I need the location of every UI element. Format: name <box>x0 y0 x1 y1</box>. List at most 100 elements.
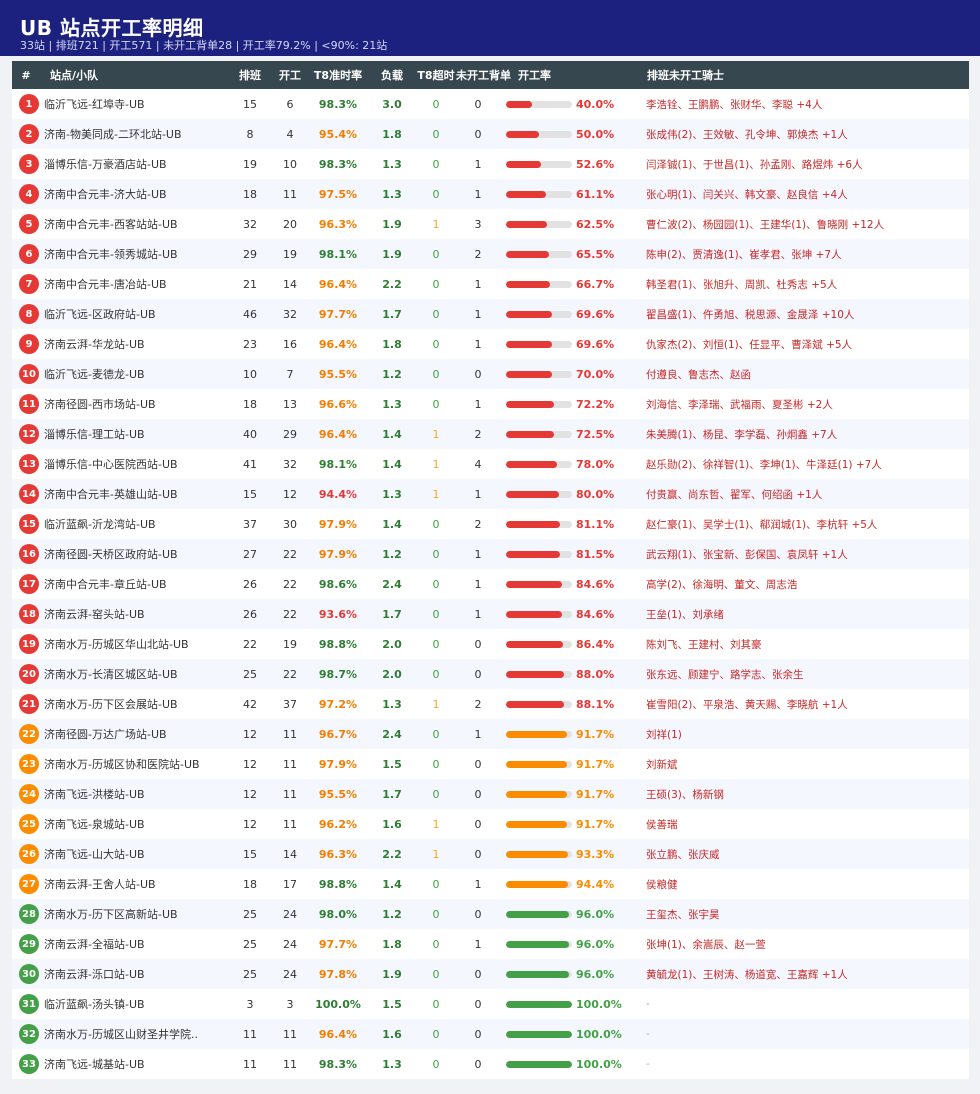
station-name[interactable]: 济南-物美同成-二环北站-UB <box>44 119 232 149</box>
start-rate-value: 94.4% <box>576 877 615 891</box>
table-row[interactable]: 3 淄博乐信-万豪酒店站-UB 19 10 98.3% 1.3 0 1 52.6% 闫泽铖(1)、… <box>12 149 969 179</box>
table-row[interactable]: 26 济南飞远-山大站-UB 15 14 96.3% 2.2 1 0 93.3% 张立鹏、张庆威 <box>12 839 969 869</box>
started-count: 11 <box>283 1027 297 1041</box>
station-name[interactable]: 济南水万-历下区高新站-UB <box>44 899 232 929</box>
started-count: 24 <box>283 937 297 951</box>
rank-cell: 3 <box>12 149 40 179</box>
start-rate-cell: 72.2% <box>506 389 642 419</box>
table-row[interactable]: 32 济南水万-历城区山财圣井学院.. 11 11 96.4% 1.6 0 0 100.0% - <box>12 1019 969 1049</box>
table-row[interactable]: 9 济南云湃-华龙站-UB 23 16 96.4% 1.8 0 1 69.6% 仇家杰(2)、刘恒… <box>12 329 969 359</box>
station-name[interactable]: 济南飞远-山大站-UB <box>44 839 232 869</box>
header-t8-ontime[interactable]: T8准时率 <box>310 61 366 89</box>
station-name[interactable]: 济南径圆-万达广场站-UB <box>44 719 232 749</box>
station-name[interactable]: 济南云湃-华龙站-UB <box>44 329 232 359</box>
start-rate-cell: 96.0% <box>506 929 642 959</box>
t8-ontime-rate: 96.3% <box>318 847 358 861</box>
header-start-rate[interactable]: 开工率 <box>518 61 562 89</box>
table-row[interactable]: 6 济南中合元丰-领秀城站-UB 29 19 98.1% 1.9 0 2 65.5% 陈申(2)、… <box>12 239 969 269</box>
station-table: # 站点/小队 排班 开工 T8准时率 负载 T8超时 未开工背单 开工率 排班… <box>12 61 969 1079</box>
table-row[interactable]: 31 临沂蓝飙-汤头镇-UB 3 3 100.0% 1.5 0 0 100.0% - <box>12 989 969 1019</box>
station-name[interactable]: 临沂飞远-麦德龙-UB <box>44 359 232 389</box>
unstarted-riders: 张立鹏、张庆威 <box>646 848 720 861</box>
t8-ontime-rate: 95.4% <box>318 127 358 141</box>
station-name[interactable]: 淄博乐信-中心医院西站-UB <box>44 449 232 479</box>
start-rate-bar <box>506 160 572 168</box>
table-row[interactable]: 20 济南水万-长清区城区站-UB 25 22 98.7% 2.0 0 0 88.0% 张东远、顾… <box>12 659 969 689</box>
start-rate-value: 96.0% <box>576 937 615 951</box>
station-name[interactable]: 济南飞远-洪楼站-UB <box>44 779 232 809</box>
t8-ontime-rate: 96.3% <box>318 217 358 231</box>
station-name[interactable]: 淄博乐信-万豪酒店站-UB <box>44 149 232 179</box>
table-row[interactable]: 14 济南中合元丰-英雄山站-UB 15 12 94.4% 1.3 1 1 80.0% 付贵赢、尚… <box>12 479 969 509</box>
station-name[interactable]: 济南水万-历城区山财圣井学院.. <box>44 1019 232 1049</box>
table-row[interactable]: 1 临沂飞远-红埠寺-UB 15 6 98.3% 3.0 0 0 40.0% 李浩铨、王鹏鹏、张财… <box>12 89 969 119</box>
rank-badge: 7 <box>19 274 39 294</box>
station-name[interactable]: 临沂蓝飙-沂龙湾站-UB <box>44 509 232 539</box>
rank-badge: 22 <box>19 724 39 744</box>
t8-overtime-count: 0 <box>432 637 440 651</box>
station-name[interactable]: 济南飞远-泉城站-UB <box>44 809 232 839</box>
table-row[interactable]: 19 济南水万-历城区华山北站-UB 22 19 98.8% 2.0 0 0 86.4% 陈刘飞、… <box>12 629 969 659</box>
station-name[interactable]: 济南水万-历城区协和医院站-UB <box>44 749 232 779</box>
start-rate-fill <box>506 760 567 768</box>
station-name[interactable]: 济南云湃-王舍人站-UB <box>44 869 232 899</box>
station-name[interactable]: 临沂飞远-红埠寺-UB <box>44 89 232 119</box>
station-name[interactable]: 济南云湃-窑头站-UB <box>44 599 232 629</box>
rank-badge: 11 <box>19 394 39 414</box>
rank-cell: 26 <box>12 839 40 869</box>
table-row[interactable]: 24 济南飞远-洪楼站-UB 12 11 95.5% 1.7 0 0 91.7% 王硕(3)、杨新… <box>12 779 969 809</box>
header-num[interactable]: # <box>12 61 40 89</box>
station-name[interactable]: 济南水万-历下区会展站-UB <box>44 689 232 719</box>
scheduled-count: 22 <box>243 637 257 651</box>
table-row[interactable]: 8 临沂飞远-区政府站-UB 46 32 97.7% 1.7 0 1 69.6% 翟昌盛(1)、仵… <box>12 299 969 329</box>
table-row[interactable]: 17 济南中合元丰-章丘站-UB 26 22 98.6% 2.4 0 1 84.6% 高学(2)、… <box>12 569 969 599</box>
table-row[interactable]: 12 淄博乐信-理工站-UB 40 29 96.4% 1.4 1 2 72.5% 朱美腾(1)、杨… <box>12 419 969 449</box>
t8-ontime-rate: 98.3% <box>318 157 358 171</box>
station-name[interactable]: 济南中合元丰-英雄山站-UB <box>44 479 232 509</box>
table-row[interactable]: 23 济南水万-历城区协和医院站-UB 12 11 97.9% 1.5 0 0 91.7% 刘新斌 <box>12 749 969 779</box>
table-row[interactable]: 15 临沂蓝飙-沂龙湾站-UB 37 30 97.9% 1.4 0 2 81.1% 赵仁豪(1)、… <box>12 509 969 539</box>
table-row[interactable]: 11 济南径圆-西市场站-UB 18 13 96.6% 1.3 0 1 72.2% 刘海信、李泽瑞… <box>12 389 969 419</box>
header-load[interactable]: 负载 <box>368 61 416 89</box>
start-rate-fill <box>506 430 554 438</box>
table-row[interactable]: 30 济南云湃-泺口站-UB 25 24 97.8% 1.9 0 0 96.0% 黄毓龙(1)、王… <box>12 959 969 989</box>
table-row[interactable]: 16 济南径圆-天桥区政府站-UB 27 22 97.9% 1.2 0 1 81.5% 武云翔(1… <box>12 539 969 569</box>
table-row[interactable]: 5 济南中合元丰-西客站站-UB 32 20 96.3% 1.9 1 3 62.5% 曹仁波(2)… <box>12 209 969 239</box>
start-rate-value: 91.7% <box>576 787 615 801</box>
station-name[interactable]: 济南水万-历城区华山北站-UB <box>44 629 232 659</box>
station-name[interactable]: 济南中合元丰-济大站-UB <box>44 179 232 209</box>
table-row[interactable]: 29 济南云湃-全福站-UB 25 24 97.7% 1.8 0 1 96.0% 张坤(1)、余嵩… <box>12 929 969 959</box>
station-name[interactable]: 济南水万-长清区城区站-UB <box>44 659 232 689</box>
station-name[interactable]: 济南径圆-天桥区政府站-UB <box>44 539 232 569</box>
header-scheduled[interactable]: 排班 <box>230 61 270 89</box>
table-row[interactable]: 21 济南水万-历下区会展站-UB 42 37 97.2% 1.3 1 2 88.1% 崔雪阳(2… <box>12 689 969 719</box>
table-row[interactable]: 7 济南中合元丰-唐冶站-UB 21 14 96.4% 2.2 0 1 66.7% 韩圣君(1)、… <box>12 269 969 299</box>
table-row[interactable]: 4 济南中合元丰-济大站-UB 18 11 97.5% 1.3 0 1 61.1% 张心明(1)、… <box>12 179 969 209</box>
table-row[interactable]: 13 淄博乐信-中心医院西站-UB 41 32 98.1% 1.4 1 4 78.0% 赵乐勋(2… <box>12 449 969 479</box>
table-row[interactable]: 33 济南飞远-城基站-UB 11 11 98.3% 1.3 0 0 100.0% - <box>12 1049 969 1079</box>
station-name[interactable]: 济南径圆-西市场站-UB <box>44 389 232 419</box>
rank-cell: 21 <box>12 689 40 719</box>
station-name[interactable]: 济南中合元丰-唐冶站-UB <box>44 269 232 299</box>
header-riders[interactable]: 排班未开工骑士 <box>647 61 967 89</box>
header-station[interactable]: 站点/小队 <box>50 61 238 89</box>
station-name[interactable]: 临沂飞远-区政府站-UB <box>44 299 232 329</box>
table-row[interactable]: 27 济南云湃-王舍人站-UB 18 17 98.8% 1.4 0 1 94.4% 侯粮健 <box>12 869 969 899</box>
station-name[interactable]: 济南中合元丰-领秀城站-UB <box>44 239 232 269</box>
table-row[interactable]: 25 济南飞远-泉城站-UB 12 11 96.2% 1.6 1 0 91.7% 侯善瑞 <box>12 809 969 839</box>
header-started[interactable]: 开工 <box>270 61 310 89</box>
station-name[interactable]: 临沂蓝飙-汤头镇-UB <box>44 989 232 1019</box>
header-t8-overtime[interactable]: T8超时 <box>416 61 456 89</box>
table-row[interactable]: 22 济南径圆-万达广场站-UB 12 11 96.7% 2.4 0 1 91.7% 刘祥(1) <box>12 719 969 749</box>
table-row[interactable]: 10 临沂飞远-麦德龙-UB 10 7 95.5% 1.2 0 0 70.0% 付遵良、鲁志杰、赵… <box>12 359 969 389</box>
t8-ontime-rate: 96.4% <box>318 427 358 441</box>
station-name[interactable]: 济南飞远-城基站-UB <box>44 1049 232 1079</box>
station-name[interactable]: 淄博乐信-理工站-UB <box>44 419 232 449</box>
station-name[interactable]: 济南云湃-全福站-UB <box>44 929 232 959</box>
table-row[interactable]: 28 济南水万-历下区高新站-UB 25 24 98.0% 1.2 0 0 96.0% 王玺杰、张… <box>12 899 969 929</box>
station-name[interactable]: 济南中合元丰-章丘站-UB <box>44 569 232 599</box>
station-name[interactable]: 济南中合元丰-西客站站-UB <box>44 209 232 239</box>
station-name[interactable]: 济南云湃-泺口站-UB <box>44 959 232 989</box>
table-row[interactable]: 2 济南-物美同成-二环北站-UB 8 4 95.4% 1.8 0 0 50.0% 张成伟(2)、… <box>12 119 969 149</box>
table-row[interactable]: 18 济南云湃-窑头站-UB 26 22 93.6% 1.7 0 1 84.6% 王垒(1)、刘承… <box>12 599 969 629</box>
